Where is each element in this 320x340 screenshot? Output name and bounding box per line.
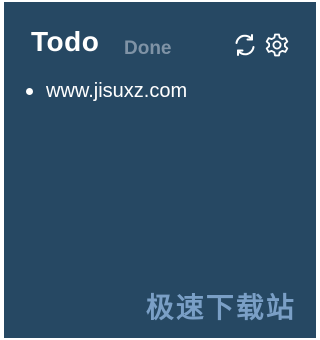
bullet-icon bbox=[26, 88, 33, 95]
watermark-logo: 极速下载站 bbox=[145, 291, 296, 324]
todo-widget: Todo Done www.jisuxz.com 极速下载站 bbox=[4, 2, 316, 338]
gear-icon[interactable] bbox=[264, 32, 290, 58]
tab-todo[interactable]: Todo bbox=[31, 26, 99, 58]
refresh-icon[interactable] bbox=[232, 32, 258, 58]
todo-list: www.jisuxz.com bbox=[26, 80, 187, 103]
todo-item-text: www.jisuxz.com bbox=[46, 80, 188, 102]
tab-done[interactable]: Done bbox=[124, 38, 172, 60]
todo-item[interactable]: www.jisuxz.com bbox=[26, 80, 187, 103]
